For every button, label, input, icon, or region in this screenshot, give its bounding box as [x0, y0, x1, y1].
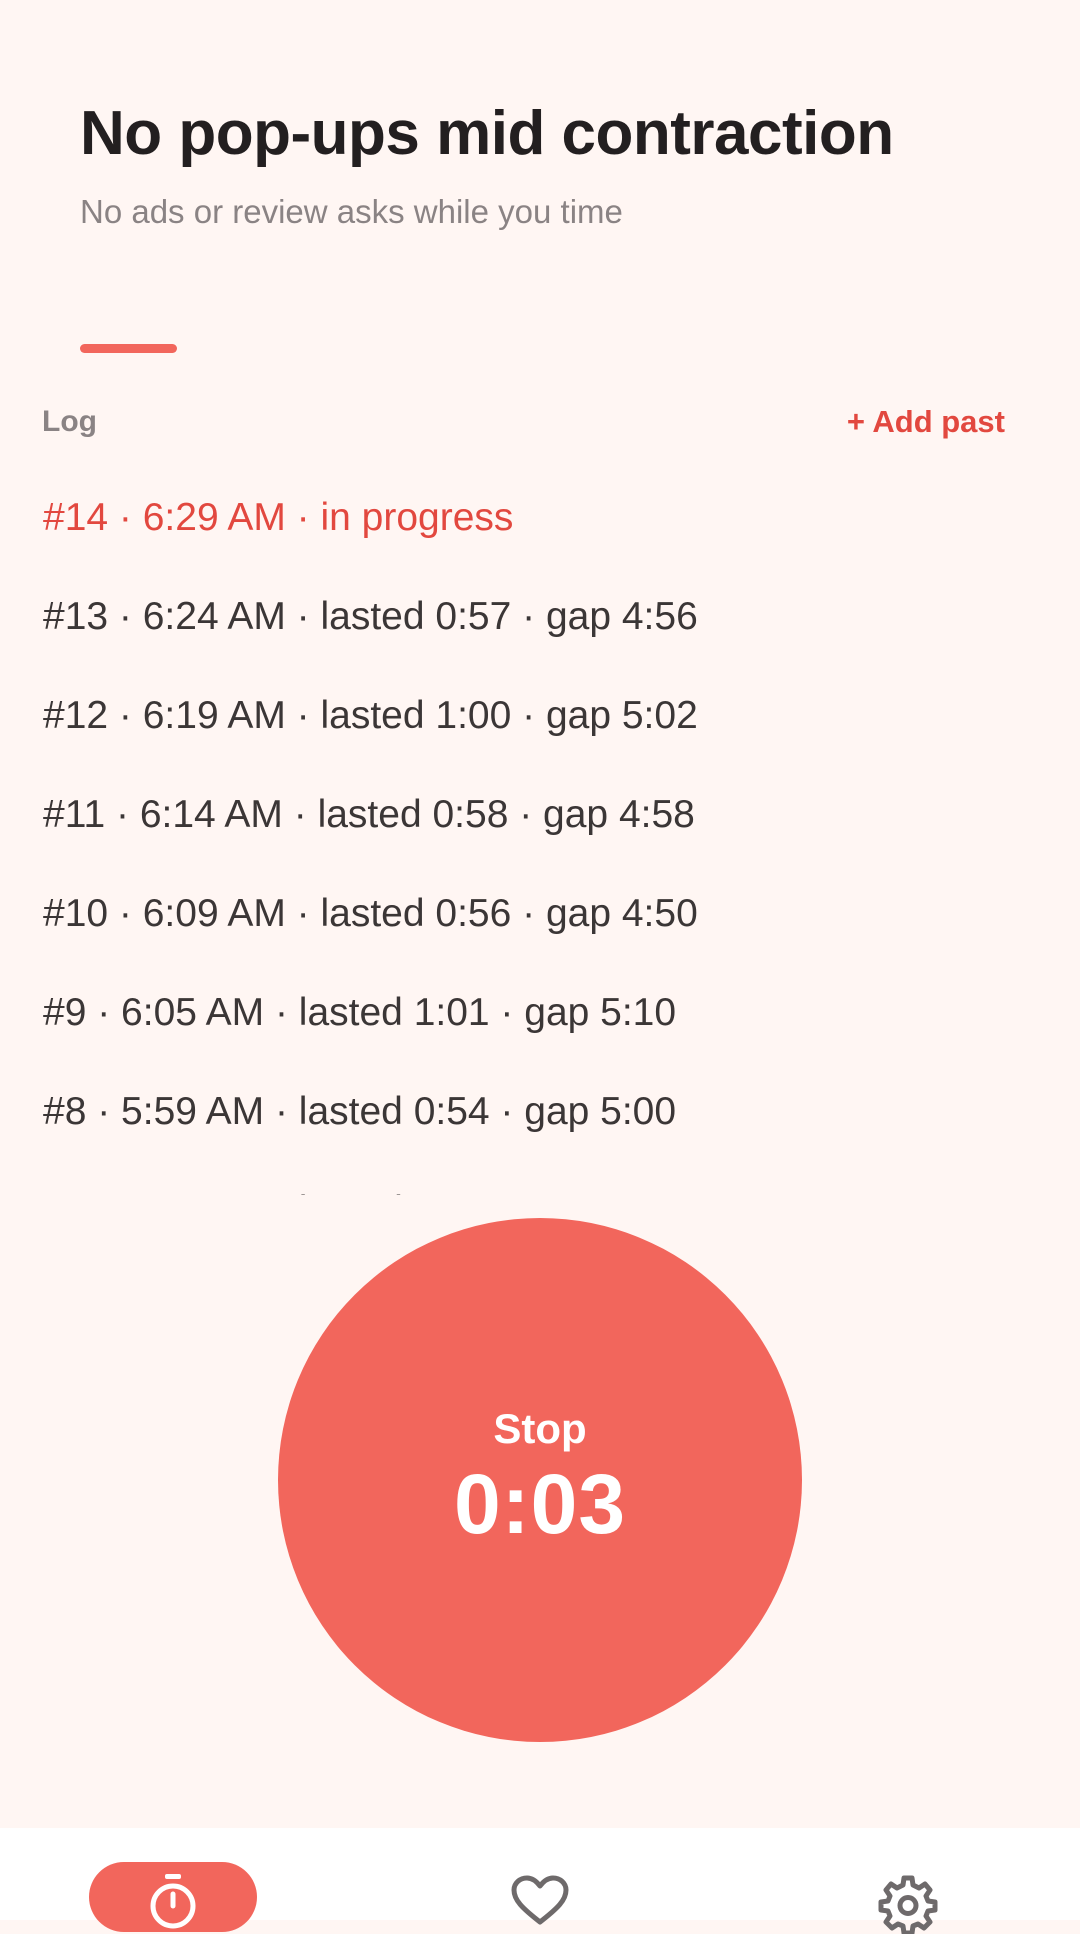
page-title: No pop-ups mid contraction [80, 99, 894, 168]
nav-item-favorites[interactable] [508, 1862, 572, 1932]
nav-item-settings[interactable] [876, 1862, 940, 1934]
contraction-log-list[interactable]: #14 · 6:29 AM · in progress #13 · 6:24 A… [0, 468, 1080, 1195]
stop-label: Stop [493, 1405, 587, 1452]
log-entry[interactable]: #12 · 6:19 AM · lasted 1:00 · gap 5:02 [0, 666, 1080, 765]
log-entry[interactable]: #9 · 6:05 AM · lasted 1:01 · gap 5:10 [0, 963, 1080, 1062]
heart-icon [511, 1875, 569, 1925]
log-entry[interactable]: #13 · 6:24 AM · lasted 0:57 · gap 4:56 [0, 567, 1080, 666]
bottom-navigation [0, 1828, 1080, 1934]
add-past-button[interactable]: + Add past [847, 404, 1005, 440]
log-entry[interactable]: #11 · 6:14 AM · lasted 0:58 · gap 4:58 [0, 765, 1080, 864]
log-entry[interactable]: #10 · 6:09 AM · lasted 0:56 · gap 4:50 [0, 864, 1080, 963]
accent-divider [80, 344, 177, 353]
elapsed-time: 0:03 [453, 1457, 627, 1551]
log-entry[interactable]: #8 · 5:59 AM · lasted 0:54 · gap 5:00 [0, 1062, 1080, 1161]
gear-icon [878, 1875, 938, 1934]
stopwatch-icon [150, 1874, 196, 1929]
stop-timer-button[interactable]: Stop 0:03 [278, 1218, 802, 1742]
log-entry[interactable]: #7 · 5:54 AM · lasted 0:58 · gap 4:49 [0, 1161, 1080, 1195]
log-entry-in-progress[interactable]: #14 · 6:29 AM · in progress [0, 468, 1080, 567]
nav-item-timer[interactable] [89, 1862, 257, 1932]
log-section-label: Log [42, 405, 97, 438]
page-subtitle: No ads or review asks while you time [80, 193, 623, 230]
